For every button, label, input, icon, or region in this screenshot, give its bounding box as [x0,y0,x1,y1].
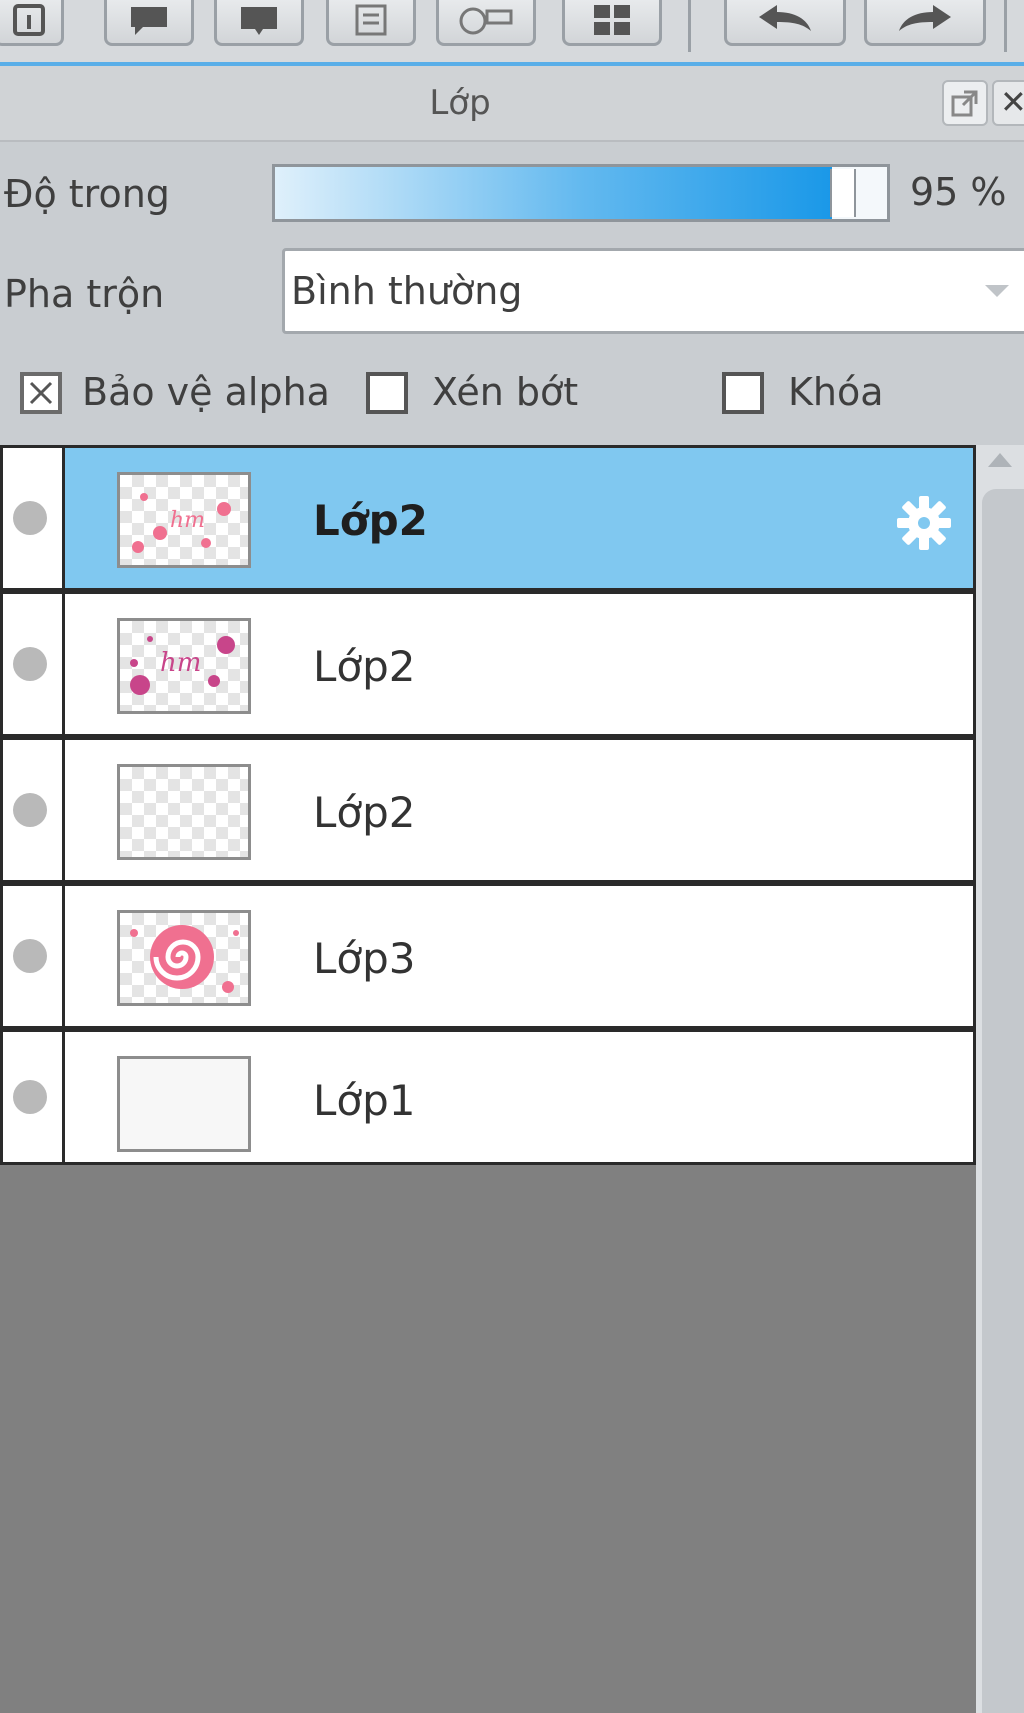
opacity-value: 95 % [910,170,1007,214]
undo-icon [759,5,811,31]
scrollbar-thumb[interactable] [982,489,1024,1713]
layer-thumbnail [117,764,251,860]
document-button[interactable] [326,0,416,46]
layer-list: hm Lớp2 hm Lớp2 Lớp2 Lớp3 Lớp1 [0,445,976,1713]
info-button[interactable] [0,0,64,46]
popout-button[interactable] [942,80,988,126]
undo-button[interactable] [724,0,846,46]
popout-icon [951,90,978,117]
grid-button[interactable] [562,0,662,46]
close-button[interactable]: ✕ [992,80,1024,126]
gear-icon[interactable] [893,492,955,554]
protect-alpha-label: Bảo vệ alpha [82,370,330,414]
lock-label: Khóa [788,370,884,414]
timer-button[interactable] [436,0,536,46]
document-icon [355,4,387,36]
visibility-toggle[interactable] [3,886,65,1026]
opacity-slider[interactable] [272,164,890,222]
visibility-toggle[interactable] [3,1032,65,1162]
panel-title: Lớp [429,83,491,123]
check-x-icon [29,381,53,405]
layer-thumbnail [117,910,251,1006]
info-icon [13,4,45,36]
toolbar-separator [1004,0,1007,52]
comment-button[interactable] [104,0,194,46]
visibility-toggle[interactable] [3,594,65,734]
clipping-checkbox[interactable] [366,372,408,414]
layer-name: Lớp1 [313,1076,416,1125]
svg-text:hm: hm [160,648,201,678]
redo-icon [899,5,951,31]
grid-icon [594,5,630,35]
chevron-down-icon [985,285,1009,297]
clipping-label: Xén bớt [432,370,579,414]
lock-checkbox[interactable] [722,372,764,414]
panel-titlebar: Lớp ✕ [0,66,1024,142]
blend-label: Pha trộn [4,272,165,316]
visibility-dot-icon [13,939,47,973]
layer-row[interactable]: hm Lớp2 [0,445,976,591]
scroll-up-icon[interactable] [988,453,1012,467]
blend-mode-value: Bình thường [291,269,523,313]
svg-text:hm: hm [170,508,205,533]
blend-mode-select[interactable]: Bình thường [282,248,1024,334]
visibility-toggle[interactable] [3,740,65,880]
visibility-dot-icon [13,501,47,535]
layer-thumbnail: hm [117,618,251,714]
book-button[interactable] [214,0,304,46]
layer-thumbnail [117,1056,251,1152]
layer-name: Lớp2 [313,496,428,545]
opacity-label: Độ trong [4,172,170,216]
visibility-toggle[interactable] [3,448,65,588]
layer-row[interactable]: hm Lớp2 [0,591,976,737]
timer-icon [459,7,513,35]
layer-thumbnail: hm [117,472,251,568]
visibility-dot-icon [13,793,47,827]
visibility-dot-icon [13,1080,47,1114]
top-toolbar [0,0,1024,66]
toolbar-separator [688,0,691,52]
redo-button[interactable] [864,0,986,46]
layer-list-scrollbar[interactable] [976,445,1024,1713]
layer-row[interactable]: Lớp1 [0,1029,976,1165]
protect-alpha-checkbox[interactable] [20,372,62,414]
layer-name: Lớp2 [313,788,416,837]
visibility-dot-icon [13,647,47,681]
layer-name: Lớp2 [313,642,416,691]
opacity-slider-fill [275,167,832,219]
speech-bubble-icon [131,7,167,35]
book-icon [241,7,277,35]
layer-row[interactable]: Lớp3 [0,883,976,1029]
opacity-slider-thumb[interactable] [830,169,856,217]
layer-row[interactable]: Lớp2 [0,737,976,883]
close-icon: ✕ [1000,83,1024,121]
layer-name: Lớp3 [313,934,416,983]
